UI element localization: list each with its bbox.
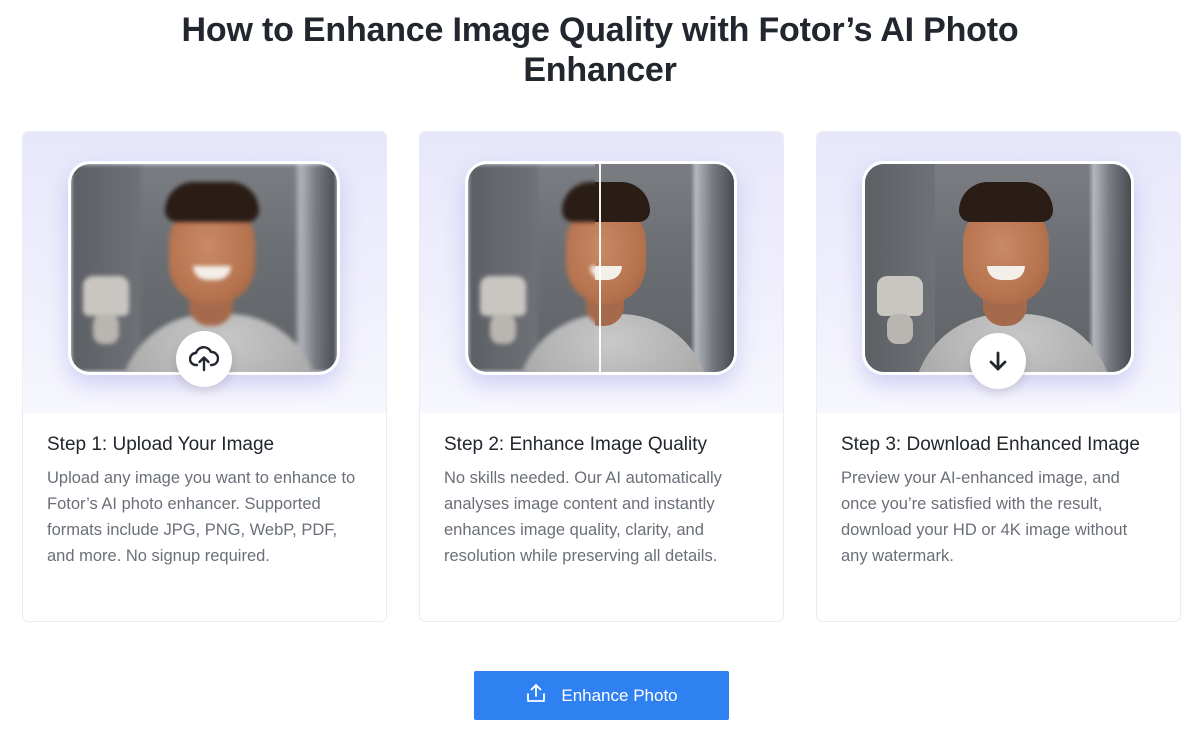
step-title: Step 2: Enhance Image Quality [444,434,707,455]
step-title: Step 3: Download Enhanced Image [841,434,1140,455]
step-card-download: Step 3: Download Enhanced Image Preview … [816,131,1181,622]
upload-icon [525,682,547,709]
step-title: Step 1: Upload Your Image [47,434,275,455]
step-illustration [23,132,386,413]
step-description: No skills needed. Our AI automatically a… [444,469,722,565]
step-illustration [817,132,1180,413]
portrait-photo-before-after [465,161,737,375]
step-illustration [420,132,783,413]
step-description: Upload any image you want to enhance to … [47,469,356,565]
enhance-photo-label: Enhance Photo [561,685,678,705]
step-description: Preview your AI-enhanced image, and once… [841,469,1128,565]
enhance-photo-button[interactable]: Enhance Photo [474,671,729,720]
compare-divider [599,164,601,372]
cloud-upload-icon [176,331,232,387]
page: How to Enhance Image Quality with Fotor’… [0,0,1200,740]
step-card-enhance: Step 2: Enhance Image Quality No skills … [419,131,784,622]
page-title: How to Enhance Image Quality with Fotor’… [181,11,1019,89]
download-arrow-icon [970,333,1026,389]
step-card-upload: Step 1: Upload Your Image Upload any ima… [22,131,387,622]
